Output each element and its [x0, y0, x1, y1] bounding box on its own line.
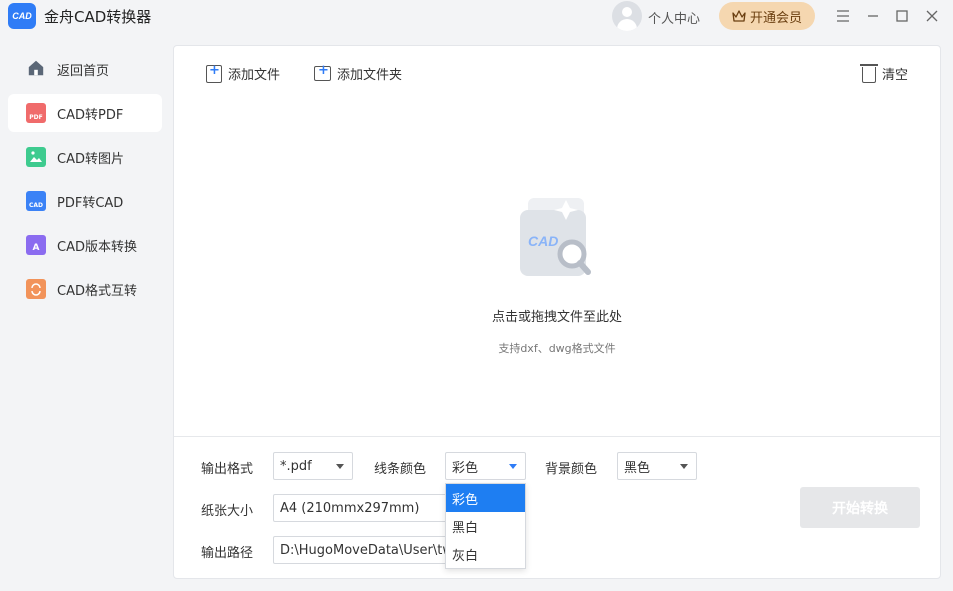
home-icon [28, 60, 44, 76]
paper-size-select[interactable]: A4 (210mmx297mm) [273, 494, 453, 522]
dropdown-option-gray-white[interactable]: 灰白 [446, 540, 525, 568]
drop-zone-hint: 支持dxf、dwg格式文件 [498, 342, 616, 355]
app-title: 金舟CAD转换器 [44, 8, 152, 26]
vip-button[interactable]: 开通会员 [719, 2, 815, 30]
drop-zone[interactable]: CAD 点击或拖拽文件至此处 支持dxf、dwg格式文件 [174, 106, 940, 436]
sidebar-item-label: 返回首页 [57, 63, 110, 79]
trash-icon [860, 64, 878, 83]
bg-color-value: 黑色 [624, 460, 651, 476]
add-folder-label: 添加文件夹 [337, 68, 403, 83]
sidebar-item-pdf-to-cad[interactable]: CAD PDF转CAD [8, 182, 162, 220]
sidebar-item-label: CAD转PDF [57, 107, 124, 123]
output-path-value: D:\HugoMoveData\User\tw [280, 542, 453, 558]
output-format-label: 输出格式 [201, 462, 254, 477]
add-folder-icon [314, 63, 331, 81]
cad-file-search-illustration: CAD [520, 198, 591, 276]
dropdown-option-black-white[interactable]: 黑白 [446, 512, 525, 540]
image-icon [26, 147, 46, 167]
avatar-body-shape [617, 19, 637, 31]
chevron-down-icon [509, 464, 517, 469]
cad-icon: CAD [26, 191, 46, 211]
menu-icon[interactable] [832, 5, 854, 27]
minimize-icon[interactable] [862, 5, 884, 27]
sidebar-item-label: CAD转图片 [57, 151, 124, 167]
start-convert-button[interactable]: 开始转换 [800, 487, 920, 528]
sidebar-item-label: PDF转CAD [57, 195, 124, 211]
vip-button-label: 开通会员 [749, 10, 802, 26]
output-path-label: 输出路径 [201, 546, 254, 561]
pdf-icon: PDF [26, 103, 46, 123]
dropdown-option-color[interactable]: 彩色 [446, 484, 525, 512]
sidebar-item-home[interactable]: 返回首页 [8, 50, 162, 88]
clear-button[interactable]: 清空 [860, 64, 909, 83]
line-color-value: 彩色 [452, 460, 479, 476]
bg-color-label: 背景颜色 [545, 462, 598, 477]
chevron-down-icon [336, 464, 344, 469]
crown-icon [732, 10, 746, 22]
add-file-label: 添加文件 [228, 68, 281, 83]
output-format-select[interactable]: *.pdf [273, 452, 353, 480]
sidebar-item-cad-format[interactable]: CAD格式互转 [8, 270, 162, 308]
title-bar: CAD 金舟CAD转换器 个人中心 开通会员 [0, 0, 953, 34]
line-color-label: 线条颜色 [374, 462, 427, 477]
drop-zone-title: 点击或拖拽文件至此处 [491, 310, 622, 325]
main-panel: 添加文件 添加文件夹 清空 CAD 点击或拖拽文件至此处 支持dxf、dwg格式… [173, 45, 941, 579]
app-logo: CAD [8, 3, 36, 29]
sidebar-item-cad-to-pdf[interactable]: PDF CAD转PDF [8, 94, 162, 132]
version-icon: A [26, 235, 46, 255]
close-icon[interactable] [921, 5, 943, 27]
add-file-icon [206, 63, 222, 83]
add-folder-button[interactable]: 添加文件夹 [314, 63, 403, 83]
format-icon [26, 279, 46, 299]
sidebar-item-cad-version[interactable]: A CAD版本转换 [8, 226, 162, 264]
line-color-dropdown: 彩色 黑白 灰白 [445, 483, 526, 569]
maximize-icon[interactable] [891, 5, 913, 27]
illustration-cad-text: CAD [528, 233, 558, 249]
user-avatar[interactable] [612, 1, 642, 31]
sidebar-item-label: CAD版本转换 [57, 239, 137, 255]
avatar-head-shape [622, 7, 632, 17]
sidebar-item-label: CAD格式互转 [57, 283, 137, 299]
chevron-down-icon [680, 464, 688, 469]
add-file-button[interactable]: 添加文件 [206, 63, 281, 83]
paper-size-value: A4 (210mmx297mm) [280, 500, 420, 516]
options-divider [174, 436, 940, 437]
user-center-link[interactable]: 个人中心 [648, 8, 700, 27]
clear-label: 清空 [882, 68, 909, 83]
line-color-select[interactable]: 彩色 [445, 452, 526, 480]
output-path-field[interactable]: D:\HugoMoveData\User\tw [273, 536, 453, 564]
output-format-value: *.pdf [280, 458, 312, 474]
paper-size-label: 纸张大小 [201, 504, 254, 519]
sidebar-item-cad-to-image[interactable]: CAD转图片 [8, 138, 162, 176]
bg-color-select[interactable]: 黑色 [617, 452, 697, 480]
